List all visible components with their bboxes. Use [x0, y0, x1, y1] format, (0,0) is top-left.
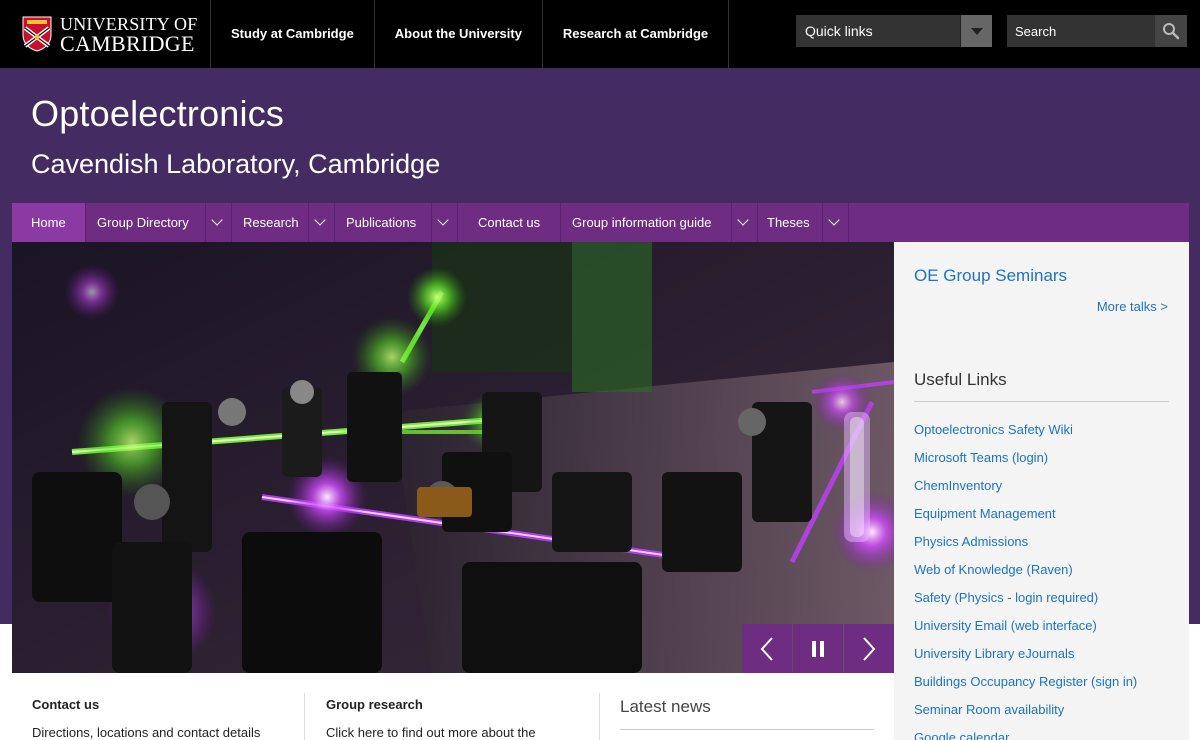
useful-link[interactable]: Microsoft Teams (login) [914, 450, 1137, 478]
secnav-item-contact[interactable]: Contact us [458, 203, 561, 242]
topnav-about[interactable]: About the University [373, 0, 542, 68]
useful-link[interactable]: University Email (web interface) [914, 618, 1137, 646]
useful-link[interactable]: Web of Knowledge (Raven) [914, 562, 1137, 590]
search-button[interactable] [1155, 15, 1187, 47]
chevron-down-icon[interactable] [308, 203, 334, 242]
contact-card-title[interactable]: Contact us [32, 697, 99, 712]
chevron-left-icon [760, 637, 773, 661]
site-title[interactable]: Optoelectronics [31, 93, 284, 135]
secnav-label: Home [31, 215, 66, 230]
useful-link[interactable]: Safety (Physics - login required) [914, 590, 1137, 618]
useful-links-list: Optoelectronics Safety Wiki Microsoft Te… [914, 422, 1137, 740]
useful-link[interactable]: Google calendar [914, 730, 1137, 740]
section-nav: Home Group Directory Research Publicatio… [12, 203, 1189, 242]
sidebar: OE Group Seminars More talks > Useful Li… [894, 242, 1189, 740]
more-talks-link[interactable]: More talks > [1097, 299, 1168, 314]
topnav-study[interactable]: Study at Cambridge [210, 0, 374, 68]
global-nav: Study at Cambridge About the University … [210, 0, 730, 68]
feature-cards: Contact us Directions, locations and con… [12, 673, 894, 740]
useful-link[interactable]: Equipment Management [914, 506, 1137, 534]
useful-links-heading: Useful Links [914, 370, 1007, 389]
chevron-down-icon[interactable] [822, 203, 848, 242]
secnav-item-research[interactable]: Research [232, 203, 335, 242]
topnav-research[interactable]: Research at Cambridge [541, 0, 730, 68]
chevron-right-icon [863, 637, 876, 661]
secnav-label: Group Directory [97, 215, 189, 230]
useful-link[interactable]: ChemInventory [914, 478, 1137, 506]
research-card-title[interactable]: Group research [326, 697, 423, 712]
useful-link[interactable]: Optoelectronics Safety Wiki [914, 422, 1137, 450]
divider [620, 729, 874, 730]
useful-link[interactable]: University Library eJournals [914, 646, 1137, 674]
crest-icon [22, 16, 52, 52]
pause-icon [812, 641, 824, 657]
carousel-pause-button[interactable] [793, 624, 843, 673]
divider [304, 693, 305, 740]
useful-link[interactable]: Buildings Occupancy Register (sign in) [914, 674, 1137, 702]
global-header: UNIVERSITY OF CAMBRIDGE Study at Cambrid… [0, 0, 1200, 68]
secnav-label: Contact us [478, 215, 541, 230]
university-wordmark: UNIVERSITY OF CAMBRIDGE [60, 15, 197, 56]
secnav-item-group-info-guide[interactable]: Group information guide [561, 203, 758, 242]
quick-links-select[interactable]: Quick links [796, 15, 992, 47]
secnav-item-group-directory[interactable]: Group Directory [86, 203, 232, 242]
secnav-item-theses[interactable]: Theses [758, 203, 849, 242]
carousel-prev-button[interactable] [742, 624, 792, 673]
secnav-label: Publications [346, 215, 417, 230]
seminars-title-link[interactable]: OE Group Seminars [914, 266, 1067, 286]
university-logo[interactable]: UNIVERSITY OF CAMBRIDGE [22, 14, 202, 56]
search-icon [1163, 23, 1180, 40]
quick-links-label: Quick links [805, 23, 873, 39]
chevron-down-icon[interactable] [960, 15, 992, 47]
site-subtitle: Cavendish Laboratory, Cambridge [31, 149, 441, 179]
hero-carousel-image[interactable] [12, 242, 894, 673]
search-box [1007, 15, 1187, 47]
divider [599, 693, 600, 740]
secnav-item-publications[interactable]: Publications [335, 203, 458, 242]
contact-card-text: Directions, locations and contact detail… [32, 725, 261, 740]
chevron-down-icon[interactable] [731, 203, 757, 242]
wordmark-line2: CAMBRIDGE [60, 31, 195, 56]
useful-link[interactable]: Seminar Room availability [914, 702, 1137, 730]
secnav-label: Research [243, 215, 299, 230]
secnav-label: Group information guide [572, 215, 712, 230]
secnav-item-home[interactable]: Home [12, 203, 86, 242]
useful-link[interactable]: Physics Admissions [914, 534, 1137, 562]
laser-lab-photo [12, 242, 894, 673]
chevron-down-icon[interactable] [431, 203, 457, 242]
chevron-down-icon[interactable] [205, 203, 231, 242]
research-card-text: Click here to find out more about the [326, 725, 536, 740]
secnav-label: Theses [767, 215, 810, 230]
carousel-next-button[interactable] [844, 624, 894, 673]
divider [914, 401, 1169, 402]
latest-news-heading: Latest news [620, 697, 711, 716]
search-input[interactable] [1007, 15, 1155, 47]
